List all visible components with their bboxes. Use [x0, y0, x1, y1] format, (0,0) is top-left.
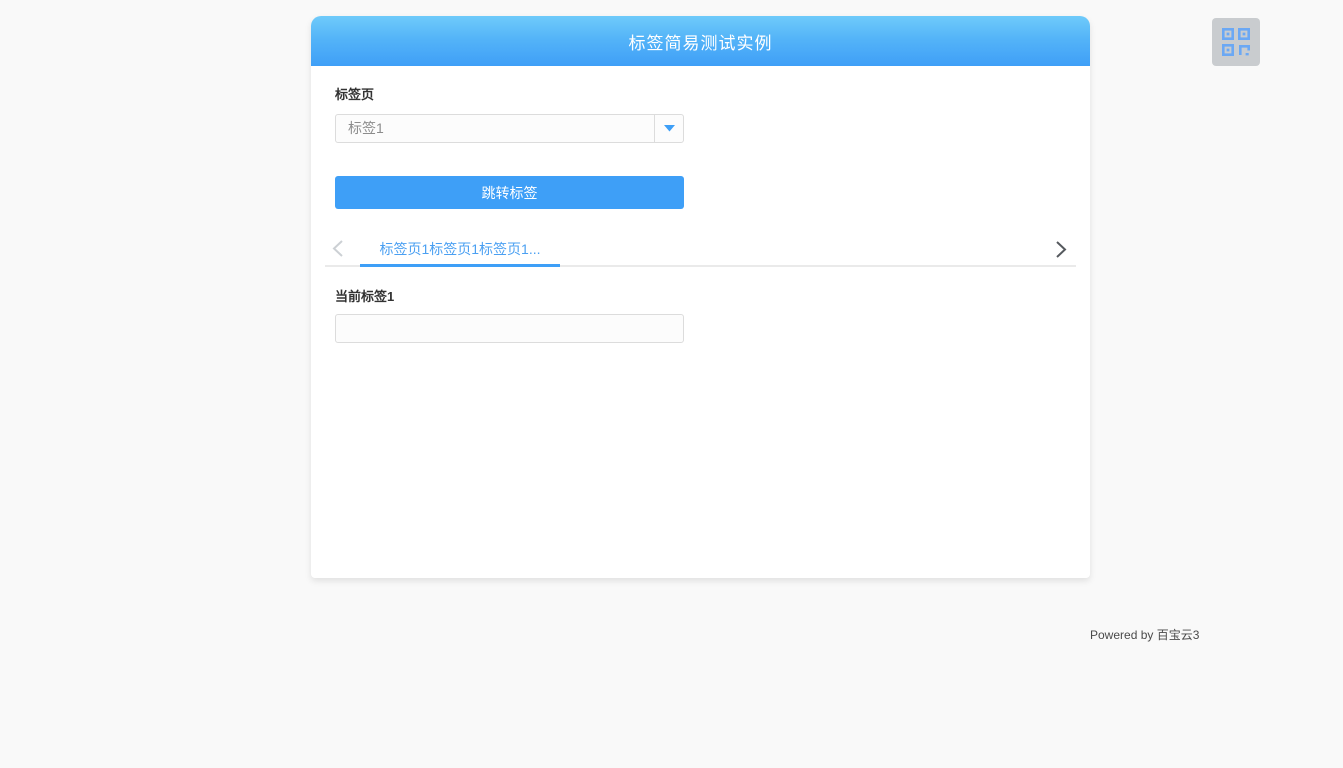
chevron-right-icon[interactable] [1054, 240, 1068, 259]
tab-select-label: 标签页 [335, 86, 1090, 104]
card-header: 标签简易测试实例 [311, 16, 1090, 66]
powered-by-footer: Powered by 百宝云3 [1090, 626, 1199, 643]
tab-select-value: 标签1 [336, 115, 654, 142]
app-card: 标签简易测试实例 标签页 标签1 跳转标签 标签页1标签页1标签页1... [311, 16, 1090, 578]
qr-code-icon [1222, 28, 1250, 56]
jump-tab-button[interactable]: 跳转标签 [335, 176, 684, 209]
footer-text: Powered by 百宝云3 [1090, 628, 1199, 642]
tab-select[interactable]: 标签1 [335, 114, 684, 143]
chevron-left-icon[interactable] [331, 239, 345, 258]
card-body: 标签页 标签1 跳转标签 标签页1标签页1标签页1... [311, 86, 1090, 343]
page-title: 标签简易测试实例 [629, 29, 773, 54]
active-tab-underline [360, 264, 560, 267]
page-background: 标签简易测试实例 标签页 标签1 跳转标签 标签页1标签页1标签页1... [0, 0, 1343, 768]
caret-down-icon[interactable] [654, 115, 683, 142]
current-tab-label: 当前标签1 [335, 288, 1090, 306]
qr-code-button[interactable] [1212, 18, 1260, 66]
current-tab-input[interactable] [335, 314, 684, 343]
tab-bar: 标签页1标签页1标签页1... [325, 232, 1076, 267]
tab-item-active[interactable]: 标签页1标签页1标签页1... [360, 232, 560, 265]
tab-label: 标签页1标签页1标签页1... [379, 239, 540, 259]
